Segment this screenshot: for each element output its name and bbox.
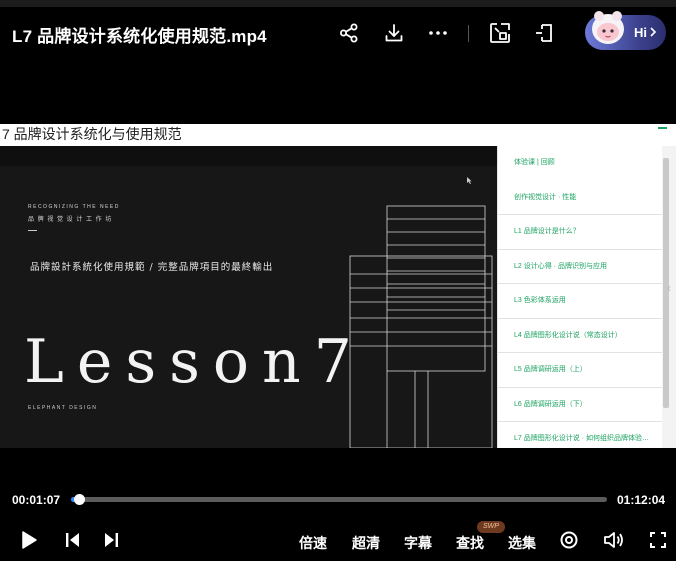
lesson-list: 体验课 | 回顾 创作视觉设计 · 性能 L1 品牌设计是什么？ L2 设计心得… (497, 146, 662, 448)
lesson-item[interactable]: L4 品牌图形化设计说（常态设计） (498, 319, 662, 353)
ai-assistant-button[interactable]: Hi (585, 11, 666, 50)
quality-button[interactable]: 超清 (352, 533, 380, 553)
lesson-item[interactable]: L6 品牌调研运用（下） (498, 388, 662, 422)
search-badge: SWP (477, 521, 505, 533)
building-illustration (349, 205, 493, 448)
fullscreen-icon[interactable] (647, 529, 669, 551)
top-strip (0, 0, 676, 7)
slide-caption-cn: 品 牌 视 觉 设 计 工 作 坊 (28, 217, 113, 223)
speed-button[interactable]: 倍速 (299, 533, 327, 553)
progress-handle[interactable] (74, 494, 85, 505)
lesson-item[interactable]: L2 设计心得 · 品牌识别与应用 (498, 250, 662, 284)
more-icon[interactable] (425, 20, 451, 46)
next-icon[interactable] (101, 529, 123, 551)
play-icon[interactable] (18, 529, 40, 551)
green-marker (658, 127, 667, 129)
slide-lesson-heading: Lesson7 (24, 327, 365, 397)
download-icon[interactable] (381, 20, 407, 46)
slide-caption-en: RECOGNIZING THE NEED (28, 204, 120, 210)
toolbar-divider (468, 25, 469, 42)
exit-fullscreen-icon[interactable] (531, 20, 557, 46)
subtitles-button[interactable]: 字幕 (404, 533, 432, 553)
presentation-slide: RECOGNIZING THE NEED 品 牌 视 觉 设 计 工 作 坊 品… (0, 146, 497, 448)
episodes-button[interactable]: 选集 (508, 533, 536, 553)
document-title: 7 品牌设计系统化与使用规范 (2, 126, 182, 142)
mouse-cursor-icon (467, 177, 472, 184)
search-button[interactable]: 查找 (456, 533, 484, 553)
slide-subtitle: 品牌設計系統化使用規範 / 完整品牌項目的最終輸出 (30, 262, 274, 273)
share-icon[interactable] (336, 20, 362, 46)
video-title: L7 品牌设计系统化使用规范.mp4 (12, 27, 267, 46)
collapse-arrow-icon[interactable]: ‹ (667, 281, 671, 295)
slide-dash (28, 230, 37, 231)
lesson-item[interactable]: L1 品牌设计是什么？ (498, 215, 662, 250)
lesson-item[interactable]: 创作视觉设计 · 性能 (498, 181, 662, 215)
video-frame[interactable]: 7 品牌设计系统化与使用规范 RECOGNIZING THE NEED 品 牌 … (0, 124, 676, 448)
danmaku-icon[interactable] (558, 529, 580, 551)
lesson-item[interactable]: L5 品牌调研运用（上） (498, 353, 662, 388)
lesson-item[interactable]: 体验课 | 回顾 (498, 146, 662, 181)
slide-brand: ELEPHANT DESIGN (28, 405, 98, 411)
lesson-item[interactable]: L3 色彩体系运用 (498, 284, 662, 319)
lesson-item[interactable]: L7 品牌图形化设计说 · 如何组织品牌体验… (498, 422, 662, 448)
title-bar: L7 品牌设计系统化使用规范.mp4 Hi (0, 0, 676, 68)
progress-bar[interactable] (71, 497, 607, 502)
assistant-avatar-icon (592, 11, 624, 44)
chevron-right-icon (650, 27, 657, 37)
picture-in-picture-icon[interactable] (487, 20, 513, 46)
assistant-label: Hi (634, 25, 647, 40)
previous-icon[interactable] (61, 529, 83, 551)
current-time: 00:01:07 (12, 493, 61, 507)
total-time: 01:12:04 (617, 493, 666, 507)
volume-icon[interactable] (602, 529, 626, 551)
